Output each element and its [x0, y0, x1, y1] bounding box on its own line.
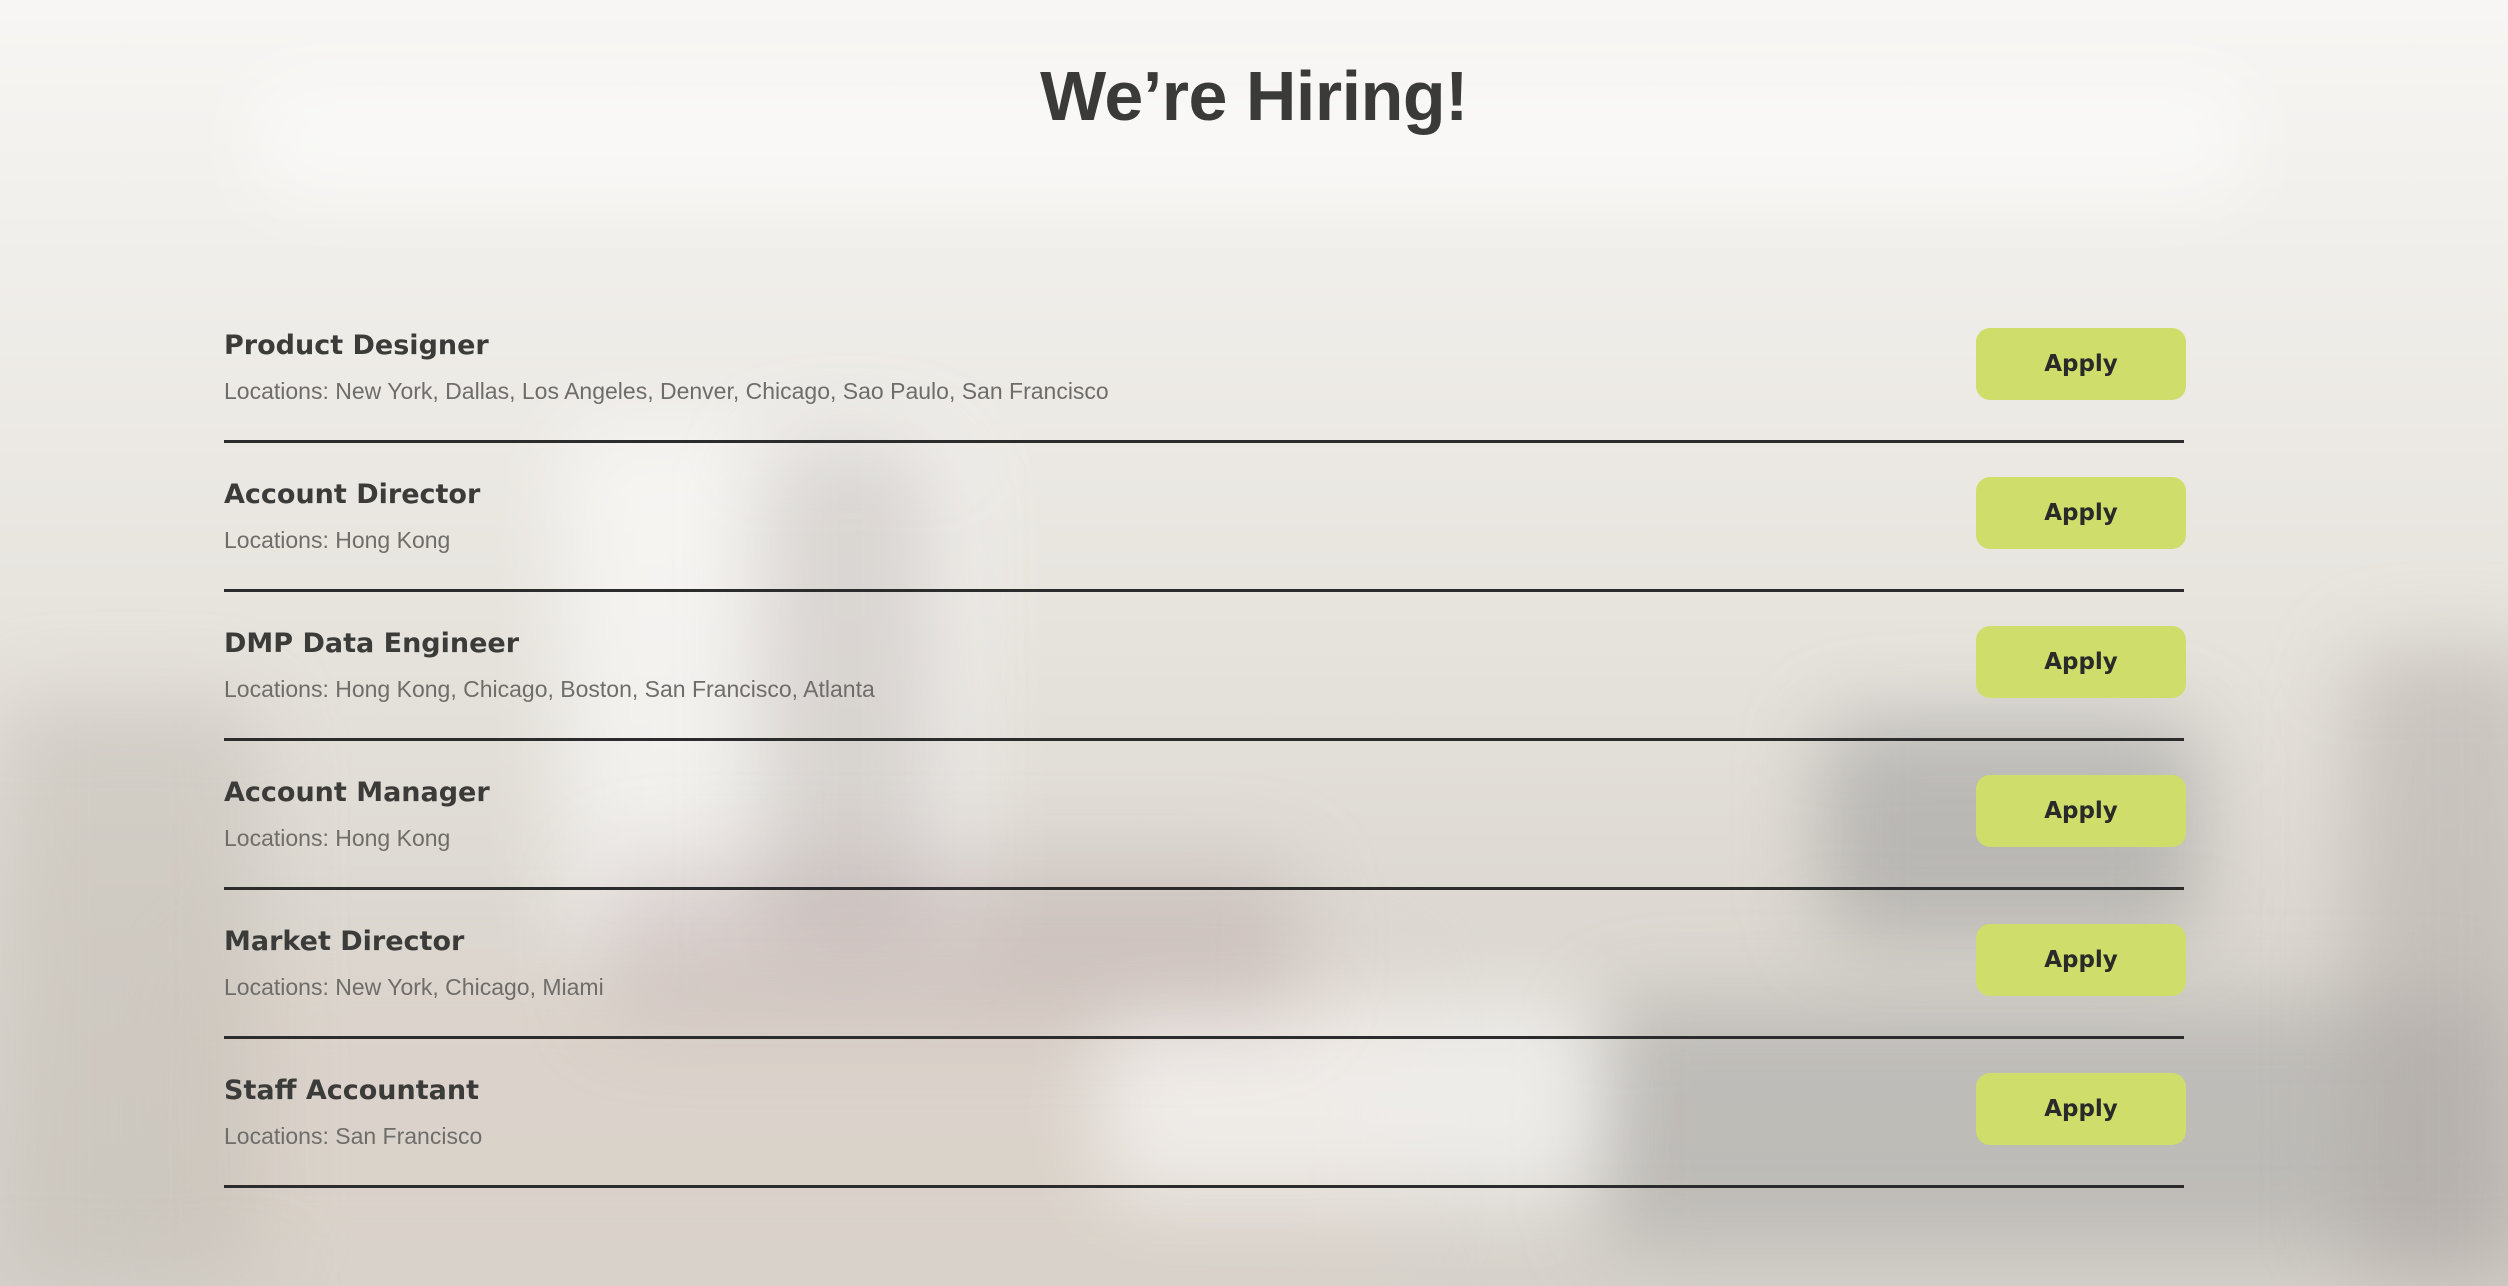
job-title: Product Designer [224, 330, 489, 361]
job-row: Account Manager Locations: Hong Kong App… [224, 741, 2186, 890]
page-title: We’re Hiring! [1040, 57, 1468, 135]
job-row: Product Designer Locations: New York, Da… [224, 294, 2186, 443]
job-title: DMP Data Engineer [224, 628, 520, 659]
job-locations: Locations: New York, Chicago, Miami [224, 974, 604, 1000]
job-title: Account Manager [224, 777, 490, 808]
job-locations: Locations: San Francisco [224, 1123, 483, 1149]
job-title: Market Director [224, 926, 465, 957]
job-title: Staff Accountant [224, 1075, 479, 1106]
apply-button-market-director[interactable]: Apply [1976, 924, 2186, 996]
job-locations: Locations: New York, Dallas, Los Angeles… [224, 378, 1109, 404]
job-row: Account Director Locations: Hong Kong Ap… [224, 443, 2186, 592]
apply-button-account-manager[interactable]: Apply [1976, 775, 2186, 847]
job-title: Account Director [224, 479, 481, 510]
job-row: Staff Accountant Locations: San Francisc… [224, 1039, 2186, 1188]
job-row: Market Director Locations: New York, Chi… [224, 890, 2186, 1039]
apply-button-account-director[interactable]: Apply [1976, 477, 2186, 549]
job-locations: Locations: Hong Kong, Chicago, Boston, S… [224, 676, 875, 702]
job-row: DMP Data Engineer Locations: Hong Kong, … [224, 592, 2186, 741]
job-list: Product Designer Locations: New York, Da… [224, 294, 2186, 1188]
job-locations: Locations: Hong Kong [224, 825, 451, 851]
job-locations: Locations: Hong Kong [224, 527, 451, 553]
apply-button-staff-accountant[interactable]: Apply [1976, 1073, 2186, 1145]
apply-button-dmp-data-engineer[interactable]: Apply [1976, 626, 2186, 698]
apply-button-product-designer[interactable]: Apply [1976, 328, 2186, 400]
